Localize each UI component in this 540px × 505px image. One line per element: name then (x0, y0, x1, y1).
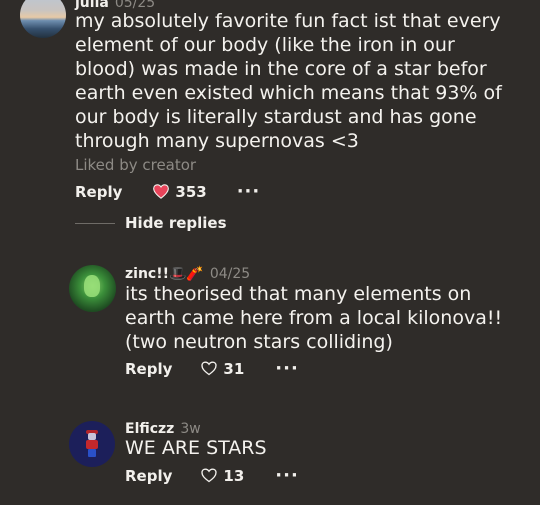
divider-line (75, 222, 115, 224)
like-count: 31 (223, 359, 245, 378)
comment-text: my absolutely favorite fun fact ist that… (75, 10, 502, 152)
hide-replies-label: Hide replies (125, 214, 227, 232)
avatar-julia[interactable] (20, 0, 66, 38)
like-button[interactable]: 13 (201, 467, 244, 485)
username[interactable]: Elficzz (125, 421, 174, 437)
like-count: 353 (175, 182, 207, 201)
reply-button[interactable]: Reply (125, 467, 172, 485)
like-button[interactable]: 353 (153, 182, 207, 201)
reply-header: Elficzz 3w (125, 418, 201, 437)
reply-text: its theorised that many elements on eart… (125, 283, 503, 353)
more-options-icon[interactable]: ··· (237, 181, 261, 202)
hide-replies-button[interactable]: Hide replies (75, 214, 227, 232)
heart-outline-icon (201, 361, 218, 376)
username[interactable]: zinc!!🎩🧨 (125, 266, 204, 282)
heart-filled-icon (153, 184, 170, 199)
reply-button[interactable]: Reply (125, 360, 172, 378)
like-count: 13 (223, 466, 245, 485)
reply-actions: Reply 13 ··· (125, 465, 299, 486)
avatar-zinc[interactable] (69, 265, 116, 312)
reply-button[interactable]: Reply (75, 183, 122, 201)
reply-header: zinc!!🎩🧨 04/25 (125, 263, 250, 282)
reply-date: 3w (180, 421, 201, 437)
reply-text: WE ARE STARS (125, 437, 267, 459)
more-options-icon[interactable]: ··· (275, 358, 299, 379)
heart-outline-icon (201, 468, 218, 483)
liked-by-creator: Liked by creator (75, 156, 197, 174)
more-options-icon[interactable]: ··· (275, 465, 299, 486)
reply-actions: Reply 31 ··· (125, 358, 299, 379)
comment-actions: Reply 353 ··· (75, 181, 260, 202)
like-button[interactable]: 31 (201, 360, 244, 378)
reply-date: 04/25 (209, 266, 251, 282)
avatar-elficzz[interactable] (69, 421, 115, 467)
